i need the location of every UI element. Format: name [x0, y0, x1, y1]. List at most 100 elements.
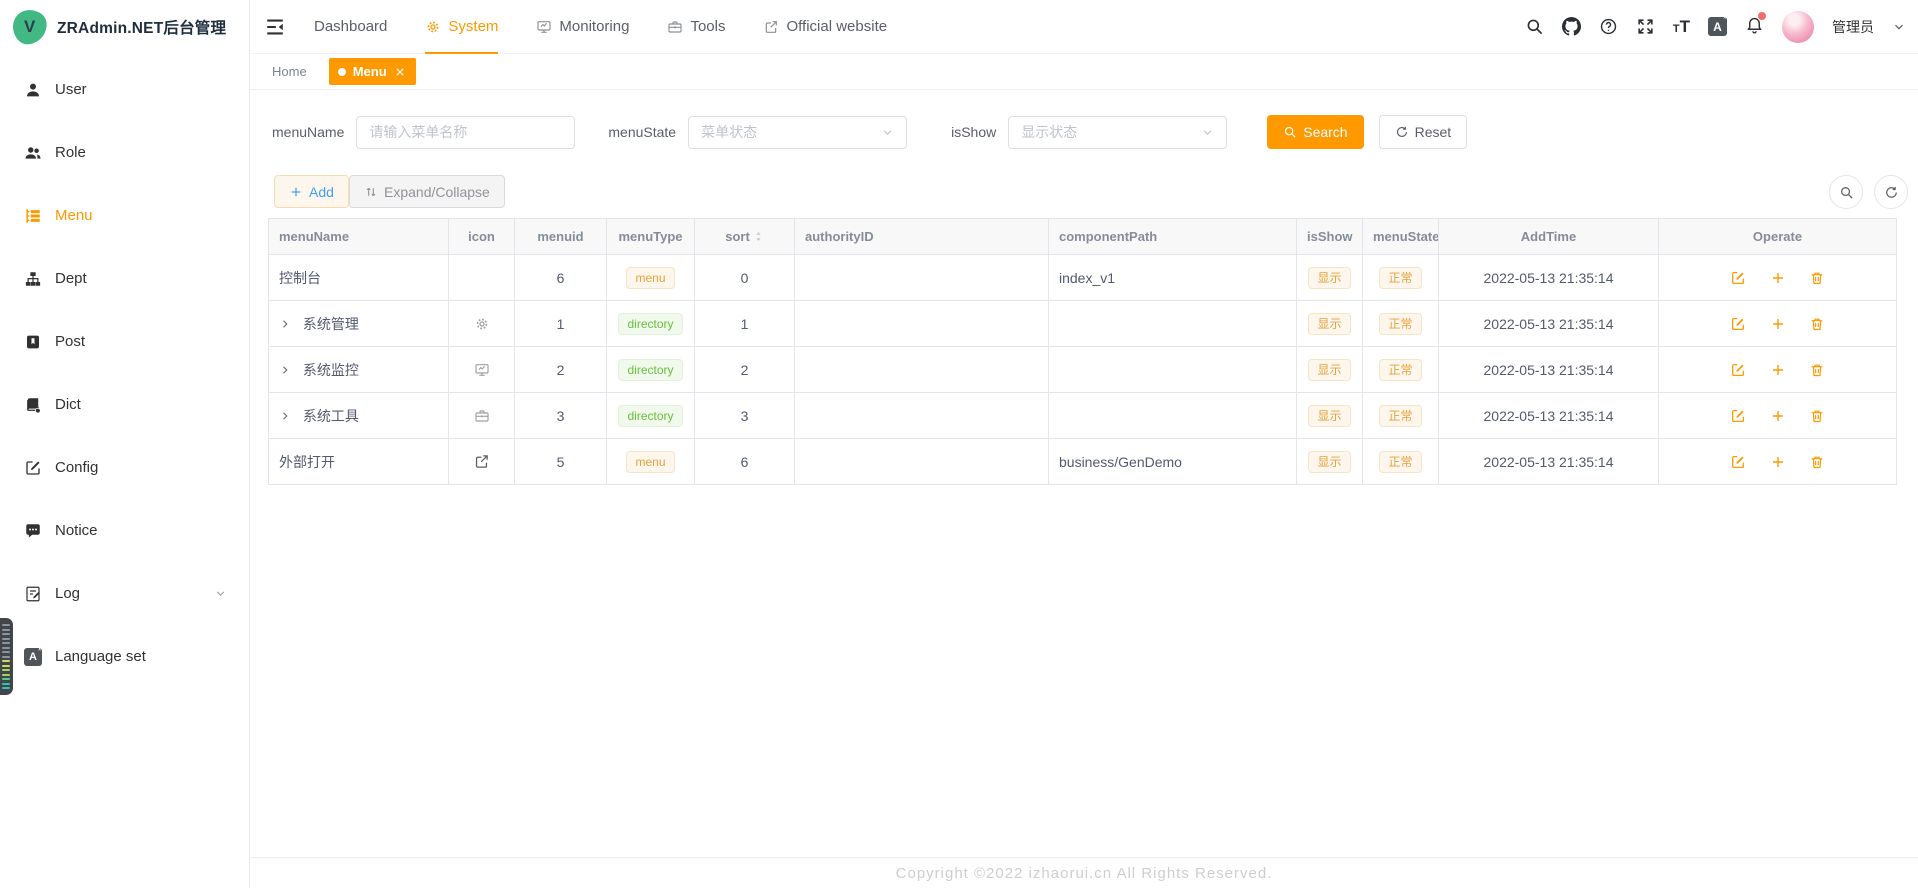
- sidebar-item-log[interactable]: Log: [0, 562, 249, 625]
- authority-id-cell: [795, 393, 1049, 439]
- nav-item-system[interactable]: System: [425, 0, 498, 54]
- authority-id-cell: [795, 347, 1049, 393]
- sidebar-item-menu[interactable]: Menu: [0, 184, 249, 247]
- add-time-cell: 2022-05-13 21:35:14: [1439, 301, 1659, 347]
- user-menu-chevron-down-icon[interactable]: [1892, 20, 1906, 34]
- translate-icon[interactable]: Aˣ: [1708, 17, 1727, 36]
- sidebar-item-label: Notice: [55, 522, 98, 539]
- menuid-cell: 3: [515, 393, 607, 439]
- edit-icon[interactable]: [1730, 408, 1746, 424]
- post-badge-icon: [24, 333, 42, 351]
- sidebar-item-dict[interactable]: Dict: [0, 373, 249, 436]
- active-tab-dot: [338, 68, 346, 76]
- add-child-icon[interactable]: [1770, 270, 1786, 286]
- nav-item-label: System: [448, 18, 498, 35]
- add-child-icon[interactable]: [1770, 454, 1786, 470]
- edit-icon[interactable]: [1730, 454, 1746, 470]
- nav-item-monitoring[interactable]: Monitoring: [536, 0, 629, 54]
- menu-state-select[interactable]: 菜单状态: [688, 116, 907, 149]
- col-sort: sort: [695, 219, 795, 255]
- fullscreen-icon[interactable]: [1636, 17, 1655, 36]
- sidebar-item-language-set[interactable]: Aˣ Language set: [0, 625, 249, 688]
- delete-trash-icon[interactable]: [1809, 316, 1825, 332]
- nav-item-label: Dashboard: [314, 18, 387, 35]
- sidebar-item-role[interactable]: Role: [0, 121, 249, 184]
- is-show-select[interactable]: 显示状态: [1008, 116, 1227, 149]
- font-size-icon[interactable]: TT: [1673, 18, 1690, 35]
- sort-caret-icon[interactable]: [753, 231, 764, 242]
- help-question-icon[interactable]: [1599, 17, 1618, 36]
- table-toolbar: Add Expand/Collapse: [250, 175, 1918, 209]
- nav-item-label: Tools: [690, 18, 725, 35]
- refresh-table-button[interactable]: [1874, 175, 1908, 209]
- sidebar-item-config[interactable]: Config: [0, 436, 249, 499]
- expand-row-icon[interactable]: [279, 318, 291, 330]
- toggle-search-button[interactable]: [1829, 175, 1863, 209]
- menu-state-tag: 正常: [1379, 313, 1421, 335]
- nav-item-official-website[interactable]: Official website: [763, 0, 887, 54]
- menu-type-tag: directory: [618, 405, 682, 427]
- role-users-icon: [24, 144, 42, 162]
- edit-icon[interactable]: [1730, 316, 1746, 332]
- edit-icon[interactable]: [1730, 362, 1746, 378]
- reset-button[interactable]: Reset: [1379, 115, 1468, 149]
- add-child-icon[interactable]: [1770, 408, 1786, 424]
- toolbox-icon: [667, 19, 683, 35]
- menu-name-input[interactable]: [356, 116, 575, 149]
- col-menu-state: menuState: [1363, 219, 1439, 255]
- sidebar-fold-icon[interactable]: [264, 16, 286, 38]
- add-child-icon[interactable]: [1770, 362, 1786, 378]
- delete-trash-icon[interactable]: [1809, 270, 1825, 286]
- main-content: menuName menuState 菜单状态 isShow 显示状态 Sear…: [250, 90, 1918, 888]
- log-document-icon: [24, 585, 42, 603]
- delete-trash-icon[interactable]: [1809, 408, 1825, 424]
- search-button[interactable]: Search: [1267, 115, 1363, 149]
- close-icon[interactable]: [394, 66, 406, 78]
- menu-name: 系统监控: [303, 362, 359, 378]
- authority-id-cell: [795, 439, 1049, 485]
- col-add-time: AddTime: [1439, 219, 1659, 255]
- search-icon[interactable]: [1525, 17, 1544, 36]
- tab-menu-active[interactable]: Menu: [329, 58, 416, 85]
- menu-name: 系统管理: [303, 316, 359, 332]
- sidebar-item-post[interactable]: Post: [0, 310, 249, 373]
- expand-row-icon[interactable]: [279, 410, 291, 422]
- add-button[interactable]: Add: [274, 175, 349, 208]
- sidebar-item-dept[interactable]: Dept: [0, 247, 249, 310]
- search-icon: [1839, 185, 1854, 200]
- add-button-label: Add: [309, 184, 334, 200]
- tab-label: Menu: [353, 64, 387, 79]
- notification-badge-dot: [1758, 12, 1766, 20]
- page-footer: Copyright ©2022 izhaorui.cn All Rights R…: [250, 857, 1918, 888]
- expand-row-icon[interactable]: [279, 364, 291, 376]
- menu-type-tag: menu: [626, 451, 674, 473]
- menu-type-tag: directory: [618, 313, 682, 335]
- sidebar-item-label: Dept: [55, 270, 87, 287]
- add-child-icon[interactable]: [1770, 316, 1786, 332]
- col-icon: icon: [449, 219, 515, 255]
- github-icon[interactable]: [1562, 17, 1581, 36]
- sidebar-item-user[interactable]: User: [0, 58, 249, 121]
- col-component-path: componentPath: [1049, 219, 1297, 255]
- nav-item-dashboard[interactable]: Dashboard: [314, 0, 387, 54]
- avatar[interactable]: [1782, 11, 1814, 43]
- nav-item-label: Official website: [786, 18, 887, 35]
- brand[interactable]: V ZRAdmin.NET后台管理: [0, 0, 249, 54]
- app-window: V ZRAdmin.NET后台管理 User Role Menu Dept: [0, 0, 1918, 888]
- delete-trash-icon[interactable]: [1809, 454, 1825, 470]
- expand-collapse-button[interactable]: Expand/Collapse: [349, 175, 505, 208]
- expand-collapse-label: Expand/Collapse: [384, 184, 490, 200]
- theme-drag-handle[interactable]: [0, 618, 13, 695]
- edit-icon[interactable]: [1730, 270, 1746, 286]
- nav-item-tools[interactable]: Tools: [667, 0, 725, 54]
- delete-trash-icon[interactable]: [1809, 362, 1825, 378]
- table-row: 系统工具 3 directory 3 显示 正常 2022-05-13 21:3…: [269, 393, 1897, 439]
- operate-cell: [1659, 439, 1897, 485]
- tab-home[interactable]: Home: [272, 64, 307, 79]
- menu-state-tag: 正常: [1379, 405, 1421, 427]
- menu-state-tag: 正常: [1379, 451, 1421, 473]
- notification-bell[interactable]: [1745, 15, 1764, 39]
- sidebar-item-notice[interactable]: Notice: [0, 499, 249, 562]
- menuid-cell: 2: [515, 347, 607, 393]
- menu-name: 外部打开: [279, 454, 335, 470]
